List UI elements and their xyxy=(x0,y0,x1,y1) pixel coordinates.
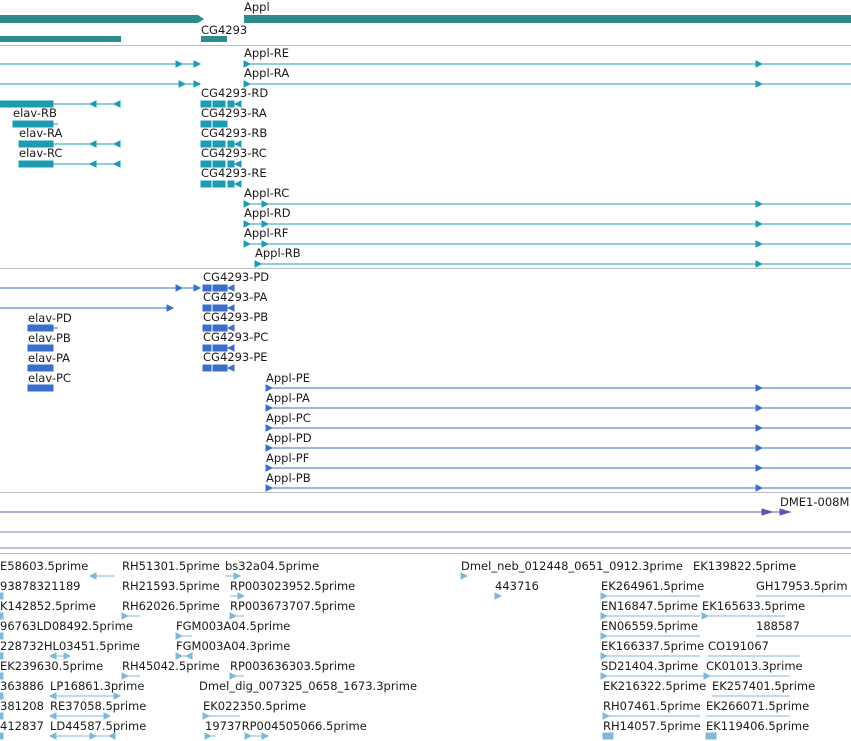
other-glyphs xyxy=(0,508,851,549)
gene-bar[interactable] xyxy=(201,36,227,42)
gene-bar[interactable] xyxy=(0,36,121,42)
est-glyphs xyxy=(0,572,851,740)
genome-browser-view: Appl CG4293 Appl-RE Appl-RA CG4293-RD el… xyxy=(0,0,851,741)
transcript-glyphs xyxy=(0,60,851,268)
protein-glyphs xyxy=(0,284,851,492)
gene-bar[interactable] xyxy=(244,15,851,23)
gene-glyphs xyxy=(0,15,851,42)
gene-bar[interactable] xyxy=(0,15,204,23)
feature-glyphs xyxy=(0,15,851,740)
